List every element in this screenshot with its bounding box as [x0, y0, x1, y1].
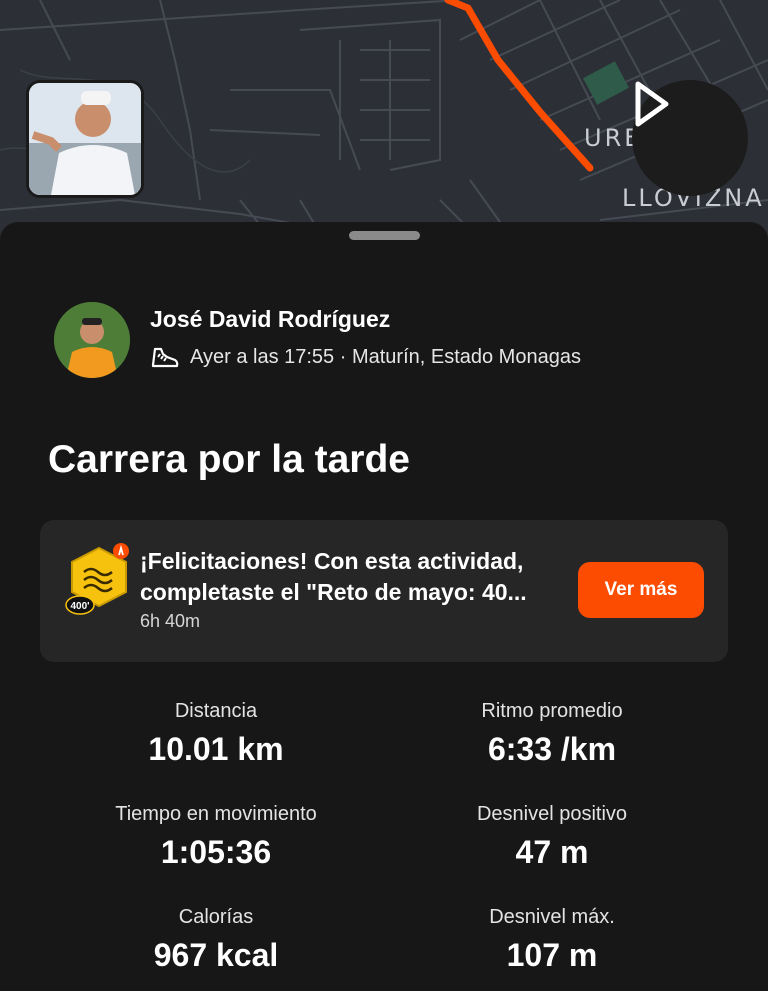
stat-value: 47 m: [515, 834, 589, 870]
challenge-time: 6h 40m: [140, 611, 201, 631]
stat-distance: Distancia 10.01 km: [56, 700, 376, 768]
route-line: [444, 0, 594, 172]
activity-meta: Ayer a las 17:55 · Maturín, Estado Monag…: [150, 345, 581, 371]
play-replay-button[interactable]: [632, 80, 748, 196]
photo-icon: [29, 83, 141, 195]
running-shoe-icon: [150, 345, 180, 371]
challenge-message-line2: completaste el "Reto de mayo: 40...: [140, 579, 527, 605]
activity-date-location: Ayer a las 17:55 · Maturín, Estado Monag…: [190, 346, 581, 368]
challenge-badge: 400': [64, 542, 134, 616]
stat-elevation-gain: Desnivel positivo 47 m: [392, 803, 712, 871]
stat-value: 1:05:36: [160, 834, 272, 870]
activity-title: Carrera por la tarde: [48, 438, 410, 481]
stat-label: Tiempo en movimiento: [115, 803, 317, 825]
sheet-drag-handle[interactable]: [349, 231, 420, 240]
activity-sheet: José David Rodríguez Ayer a las 17:55 · …: [0, 222, 768, 991]
stat-value: 967 kcal: [153, 937, 279, 973]
challenge-message-line1: ¡Felicitaciones! Con esta actividad,: [140, 548, 524, 574]
badge-text: 400': [70, 601, 89, 612]
stat-label: Ritmo promedio: [481, 700, 623, 722]
athlete-header[interactable]: José David Rodríguez Ayer a las 17:55 · …: [54, 302, 581, 378]
stat-moving-time: Tiempo en movimiento 1:05:36: [56, 803, 376, 871]
stat-label: Calorías: [178, 906, 254, 928]
stat-label: Distancia: [174, 700, 258, 722]
activity-photo-thumbnail[interactable]: [26, 80, 144, 198]
avatar-photo-icon: [54, 302, 130, 378]
challenge-trophy-icon: 400': [65, 543, 129, 615]
challenge-card[interactable]: 400' ¡Felicitaciones! Con esta actividad…: [40, 520, 728, 662]
play-icon: [635, 81, 669, 127]
stat-value: 107 m: [506, 937, 598, 973]
stat-max-elevation: Desnivel máx. 107 m: [392, 906, 712, 974]
stat-value: 10.01 km: [148, 731, 284, 767]
stat-label: Desnivel positivo: [476, 803, 628, 825]
avatar[interactable]: [54, 302, 130, 378]
stat-value: 6:33 /km: [487, 731, 617, 767]
stat-label: Desnivel máx.: [489, 906, 615, 928]
athlete-name[interactable]: José David Rodríguez: [150, 306, 581, 333]
stat-calories: Calorías 967 kcal: [56, 906, 376, 974]
route-map[interactable]: URE LLOVIZNA: [0, 0, 768, 250]
see-more-button[interactable]: Ver más: [578, 562, 704, 618]
stat-avg-pace: Ritmo promedio 6:33 /km: [392, 700, 712, 768]
